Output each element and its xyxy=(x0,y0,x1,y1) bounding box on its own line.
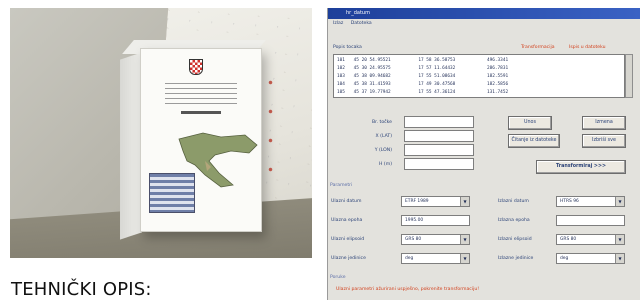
chevron-down-icon[interactable]: ▼ xyxy=(460,235,469,244)
menu-item-izlaz[interactable]: Izlaz xyxy=(333,21,343,26)
input-epoch-label: Ulazna epoha xyxy=(331,218,363,223)
input-units-label: Ulazne jedinice xyxy=(331,256,366,261)
list-scrollbar[interactable] xyxy=(625,54,633,98)
input-ellipsoid-select[interactable]: GRS 80 ▼ xyxy=(401,234,470,245)
box-header-text-lines xyxy=(165,83,237,105)
point-height: 182.5856 xyxy=(486,82,509,87)
coordinate-list-header: Popis tocaka Transformacija Ispis u dato… xyxy=(333,45,628,53)
point-longitude: 17 49 30.47568 xyxy=(418,82,456,87)
edit-point-button[interactable]: Izmena xyxy=(582,116,626,130)
point-height: 286.7831 xyxy=(486,66,509,71)
point-longitude: 17 58 36.58753 xyxy=(418,58,456,63)
messages-section-label: Poruke xyxy=(330,275,346,280)
point-latitude: 45 30 24.95575 xyxy=(353,66,391,71)
output-datum-value: HTRS 96 xyxy=(560,199,579,204)
product-photo xyxy=(10,8,312,258)
input-units-value: deg xyxy=(405,256,414,261)
y-lon-input[interactable] xyxy=(404,144,474,156)
point-id: 101 xyxy=(337,58,345,63)
add-point-button[interactable]: Unos xyxy=(508,116,552,130)
input-units-select[interactable]: deg ▼ xyxy=(401,253,470,264)
point-latitude: 45 37 19.77942 xyxy=(353,90,391,95)
chevron-down-icon[interactable]: ▼ xyxy=(460,254,469,263)
input-ellipsoid-label: Ulazni elipsoid xyxy=(331,237,365,242)
point-longitude: 17 55 51.08634 xyxy=(418,74,456,79)
point-longitude: 17 57 11.64432 xyxy=(418,66,456,71)
input-epoch-field[interactable]: 1995.00 xyxy=(401,215,470,226)
point-longitude: 17 55 47.36124 xyxy=(418,90,456,95)
application-window: hr_datum Izlaz Datoteka Popis tocaka Tra… xyxy=(327,8,640,300)
list-item[interactable]: 102 45 30 24.95575 17 57 11.64432 286.78… xyxy=(337,65,621,73)
point-id: 102 xyxy=(337,66,345,71)
output-ellipsoid-select[interactable]: GRS 80 ▼ xyxy=(556,234,625,245)
chevron-down-icon[interactable]: ▼ xyxy=(615,197,624,206)
list-item[interactable]: 104 45 38 31.41593 17 49 30.47568 182.58… xyxy=(337,81,621,89)
output-units-select[interactable]: deg ▼ xyxy=(556,253,625,264)
point-id: 103 xyxy=(337,74,345,79)
parameters-section-label: Parametri xyxy=(330,183,353,188)
height-label: H (m) xyxy=(379,162,392,167)
output-epoch-label: Izlazna epoha xyxy=(498,218,530,223)
output-units-value: deg xyxy=(560,256,569,261)
output-ellipsoid-label: Izlazni elipsoid xyxy=(498,237,532,242)
point-latitude: 45 38 31.41593 xyxy=(353,82,391,87)
input-datum-value: ETRF 1989 xyxy=(405,199,429,204)
point-latitude: 45 38 09.94682 xyxy=(353,74,391,79)
x-lat-label: X (LAT) xyxy=(375,134,392,139)
list-item[interactable]: 105 45 37 19.77942 17 55 47.36124 131.74… xyxy=(337,89,621,97)
point-number-label: Br. točke xyxy=(372,120,392,125)
point-latitude: 45 20 54.95521 xyxy=(353,58,391,63)
output-datum-select[interactable]: HTRS 96 ▼ xyxy=(556,196,625,207)
coat-of-arms-icon xyxy=(189,59,203,75)
chevron-down-icon[interactable]: ▼ xyxy=(460,197,469,206)
y-lon-label: Y (LON) xyxy=(374,148,392,153)
coordinate-list[interactable]: 101 45 20 54.95521 17 58 36.58753 496.33… xyxy=(333,54,625,98)
point-id: 105 xyxy=(337,90,345,95)
transform-button[interactable]: Transformiraj >>> xyxy=(536,160,626,174)
list-item[interactable]: 103 45 38 09.94682 17 55 51.08634 182.55… xyxy=(337,73,621,81)
export-link[interactable]: Ispis u datoteku xyxy=(569,45,606,50)
product-box-side xyxy=(120,52,142,240)
menu-item-datoteka[interactable]: Datoteka xyxy=(351,21,372,26)
delete-all-button[interactable]: Izbriši sve xyxy=(582,134,626,148)
point-height: 496.3341 xyxy=(486,58,509,63)
product-box xyxy=(140,48,262,232)
output-epoch-field[interactable] xyxy=(556,215,625,226)
window-title: hr_datum xyxy=(346,10,370,16)
output-datum-label: Izlazni datum xyxy=(498,199,529,204)
transformation-link[interactable]: Transformacija xyxy=(521,45,555,50)
box-title-bar xyxy=(181,111,221,114)
status-message: Ulazni parametri ažurirani uspješno, pok… xyxy=(336,287,480,292)
output-ellipsoid-value: GRS 80 xyxy=(560,237,577,242)
window-titlebar: hr_datum xyxy=(328,8,640,19)
point-id: 104 xyxy=(337,82,345,87)
point-height: 182.5591 xyxy=(486,74,509,79)
output-units-label: Izlazne jedinice xyxy=(498,256,534,261)
input-ellipsoid-value: GRS 80 xyxy=(405,237,422,242)
caption-heading: TEHNIČKI OPIS: xyxy=(11,279,152,300)
list-item[interactable]: 101 45 20 54.95521 17 58 36.58753 496.33… xyxy=(337,57,621,65)
input-epoch-value: 1995.00 xyxy=(405,218,424,223)
read-from-file-button[interactable]: Čitanje iz datoteke xyxy=(508,134,560,148)
point-number-input[interactable] xyxy=(404,116,474,128)
menu-bar: Izlaz Datoteka xyxy=(328,19,640,28)
software-screenshot-inset xyxy=(149,173,195,213)
height-input[interactable] xyxy=(404,158,474,170)
input-datum-label: Ulazni datum xyxy=(331,199,362,204)
chevron-down-icon[interactable]: ▼ xyxy=(615,235,624,244)
chevron-down-icon[interactable]: ▼ xyxy=(615,254,624,263)
x-lat-input[interactable] xyxy=(404,130,474,142)
coordinate-list-label: Popis tocaka xyxy=(333,45,362,50)
input-datum-select[interactable]: ETRF 1989 ▼ xyxy=(401,196,470,207)
point-height: 131.7452 xyxy=(486,90,509,95)
